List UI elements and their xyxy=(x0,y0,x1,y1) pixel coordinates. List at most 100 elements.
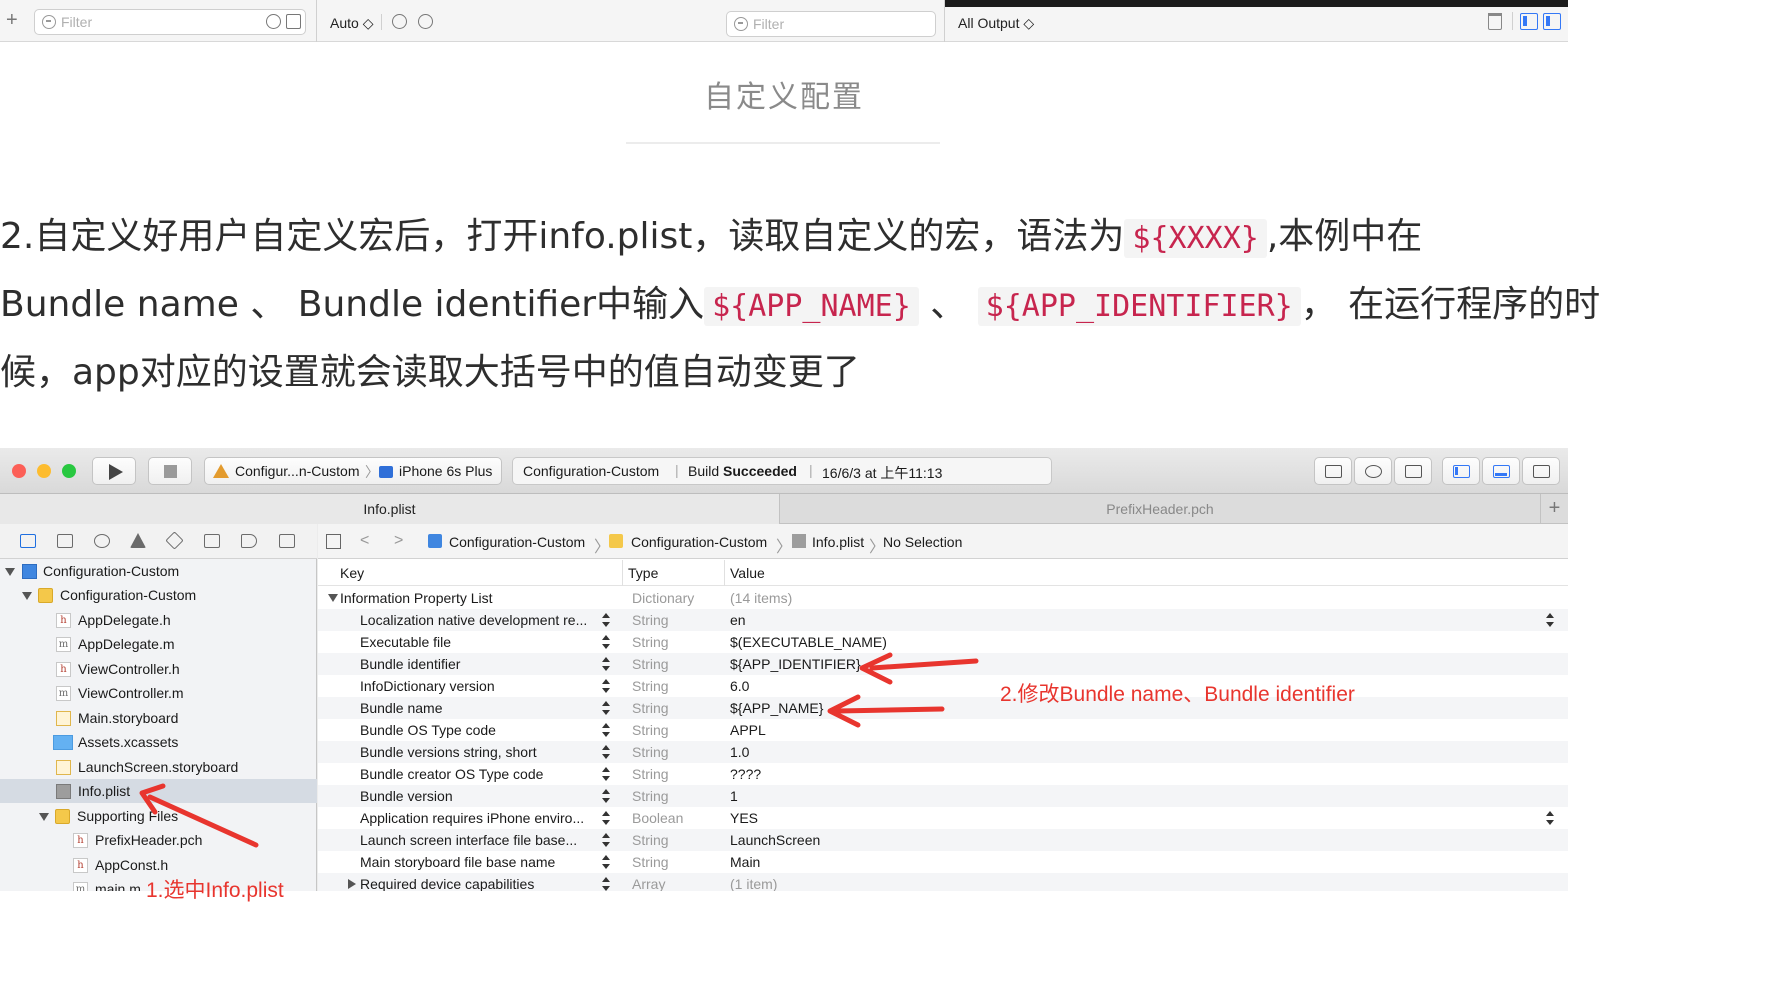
close-window-button[interactable] xyxy=(12,464,26,478)
plist-row[interactable]: InfoDictionary version String 6.0 xyxy=(318,675,1568,697)
key-select-stepper[interactable] xyxy=(602,745,610,759)
minimize-window-button[interactable] xyxy=(37,464,51,478)
tree-item-file[interactable]: m ViewController.m xyxy=(0,681,317,705)
plist-value[interactable]: ${APP_IDENTIFIER} xyxy=(730,653,861,675)
tree-item-group[interactable]: Configuration-Custom xyxy=(0,583,317,607)
plist-value[interactable]: APPL xyxy=(730,719,766,741)
disclosure-closed-icon[interactable] xyxy=(348,879,356,889)
report-icon[interactable] xyxy=(279,534,295,548)
toggle-utilities-button[interactable] xyxy=(1522,457,1560,485)
assistant-editor-button[interactable] xyxy=(1354,457,1392,485)
plist-value[interactable]: Main xyxy=(730,851,760,873)
tree-item-file[interactable]: h AppDelegate.h xyxy=(0,608,317,632)
value-select-stepper[interactable] xyxy=(1546,613,1554,627)
plist-row[interactable]: Bundle creator OS Type code String ???? xyxy=(318,763,1568,785)
breakpoint-icon[interactable] xyxy=(241,534,257,548)
warning-icon[interactable] xyxy=(130,533,146,548)
disclosure-open-icon[interactable] xyxy=(5,568,15,576)
clear-filter-icon[interactable] xyxy=(286,14,301,29)
plist-row[interactable]: Launch screen interface file base... Str… xyxy=(318,829,1568,851)
plist-row[interactable]: Main storyboard file base name String Ma… xyxy=(318,851,1568,873)
key-select-stepper[interactable] xyxy=(602,613,610,627)
plist-value[interactable]: LaunchScreen xyxy=(730,829,820,851)
plist-row[interactable]: Executable file String $(EXECUTABLE_NAME… xyxy=(318,631,1568,653)
related-items-icon[interactable] xyxy=(326,534,341,549)
quick-look-icon[interactable] xyxy=(392,14,407,29)
key-select-stepper[interactable] xyxy=(602,833,610,847)
disclosure-open-icon[interactable] xyxy=(328,594,338,602)
key-select-stepper[interactable] xyxy=(602,877,610,891)
plist-value[interactable]: ${APP_NAME} xyxy=(730,697,823,719)
tree-item-project[interactable]: Configuration-Custom xyxy=(0,559,317,583)
tree-item-file-selected[interactable]: Info.plist xyxy=(0,779,317,803)
trash-icon[interactable] xyxy=(1488,13,1502,30)
key-select-stepper[interactable] xyxy=(602,657,610,671)
plist-root-row[interactable]: Information Property List Dictionary (14… xyxy=(318,587,1568,609)
console-pane-toggle-icon[interactable] xyxy=(1543,13,1561,30)
column-header-key[interactable]: Key xyxy=(340,565,364,581)
breadcrumb-project[interactable]: Configuration-Custom xyxy=(449,534,585,550)
plist-row[interactable]: Bundle version String 1 xyxy=(318,785,1568,807)
key-select-stepper[interactable] xyxy=(602,767,610,781)
column-header-type[interactable]: Type xyxy=(628,565,658,581)
plist-value[interactable]: $(EXECUTABLE_NAME) xyxy=(730,631,887,653)
tree-item-file[interactable]: m AppDelegate.m xyxy=(0,632,317,656)
recent-icon[interactable] xyxy=(266,14,281,29)
toggle-navigator-button[interactable] xyxy=(1442,457,1480,485)
zoom-window-button[interactable] xyxy=(62,464,76,478)
add-tab-icon[interactable]: + xyxy=(1540,494,1568,524)
tree-item-file[interactable]: LaunchScreen.storyboard xyxy=(0,755,317,779)
version-editor-button[interactable] xyxy=(1394,457,1432,485)
key-select-stepper[interactable] xyxy=(602,679,610,693)
plist-value[interactable]: 6.0 xyxy=(730,675,749,697)
tree-item-file[interactable]: h ViewController.h xyxy=(0,657,317,681)
folder-icon[interactable] xyxy=(20,534,36,548)
plist-row[interactable]: Bundle name String ${APP_NAME} xyxy=(318,697,1568,719)
tree-item-file[interactable]: Main.storyboard xyxy=(0,706,317,730)
variables-pane-toggle-icon[interactable] xyxy=(1520,13,1538,30)
plist-value[interactable]: en xyxy=(730,609,746,631)
info-icon[interactable] xyxy=(418,14,433,29)
disclosure-open-icon[interactable] xyxy=(22,592,32,600)
plist-value[interactable]: 1 xyxy=(730,785,738,807)
run-button[interactable] xyxy=(92,457,136,485)
variables-filter-input[interactable]: Filter xyxy=(34,9,306,35)
back-arrow-icon[interactable]: < xyxy=(360,532,369,550)
disclosure-open-icon[interactable] xyxy=(39,813,49,821)
plist-value[interactable]: YES xyxy=(730,807,758,829)
breadcrumb-file[interactable]: Info.plist xyxy=(812,534,864,550)
breadcrumb-group[interactable]: Configuration-Custom xyxy=(631,534,767,550)
add-icon[interactable]: + xyxy=(6,10,18,30)
key-select-stepper[interactable] xyxy=(602,723,610,737)
tree-item-group[interactable]: Supporting Files xyxy=(0,804,317,828)
search-icon[interactable] xyxy=(94,534,110,548)
console-filter-input[interactable]: Filter xyxy=(726,11,936,37)
scheme-selector[interactable]: Configur...n-Custom 〉 iPhone 6s Plus xyxy=(204,457,502,485)
tab-prefixheader[interactable]: PrefixHeader.pch xyxy=(780,494,1540,524)
plist-row[interactable]: Application requires iPhone enviro... Bo… xyxy=(318,807,1568,829)
plist-row[interactable]: Localization native development re... St… xyxy=(318,609,1568,631)
plist-row[interactable]: Bundle versions string, short String 1.0 xyxy=(318,741,1568,763)
column-header-value[interactable]: Value xyxy=(730,565,765,581)
tab-info-plist[interactable]: Info.plist xyxy=(0,494,780,524)
tree-item-file[interactable]: h PrefixHeader.pch xyxy=(0,828,317,852)
forward-arrow-icon[interactable]: > xyxy=(394,532,403,550)
toggle-debug-area-button[interactable] xyxy=(1482,457,1520,485)
plist-value[interactable]: ???? xyxy=(730,763,761,785)
stop-button[interactable] xyxy=(148,457,192,485)
key-select-stepper[interactable] xyxy=(602,811,610,825)
scope-select[interactable]: Auto ◇ xyxy=(330,15,373,32)
key-select-stepper[interactable] xyxy=(602,701,610,715)
value-select-stepper[interactable] xyxy=(1546,811,1554,825)
breadcrumb-selection[interactable]: No Selection xyxy=(883,534,962,550)
plist-row[interactable]: Required device capabilities Array (1 it… xyxy=(318,873,1568,891)
test-icon[interactable] xyxy=(165,531,184,550)
standard-editor-button[interactable] xyxy=(1314,457,1352,485)
symbol-icon[interactable] xyxy=(57,534,73,548)
output-select[interactable]: All Output ◇ xyxy=(958,15,1034,32)
debug-icon[interactable] xyxy=(204,534,220,548)
plist-value[interactable]: 1.0 xyxy=(730,741,749,763)
plist-row[interactable]: Bundle identifier String ${APP_IDENTIFIE… xyxy=(318,653,1568,675)
key-select-stepper[interactable] xyxy=(602,635,610,649)
plist-row[interactable]: Bundle OS Type code String APPL xyxy=(318,719,1568,741)
